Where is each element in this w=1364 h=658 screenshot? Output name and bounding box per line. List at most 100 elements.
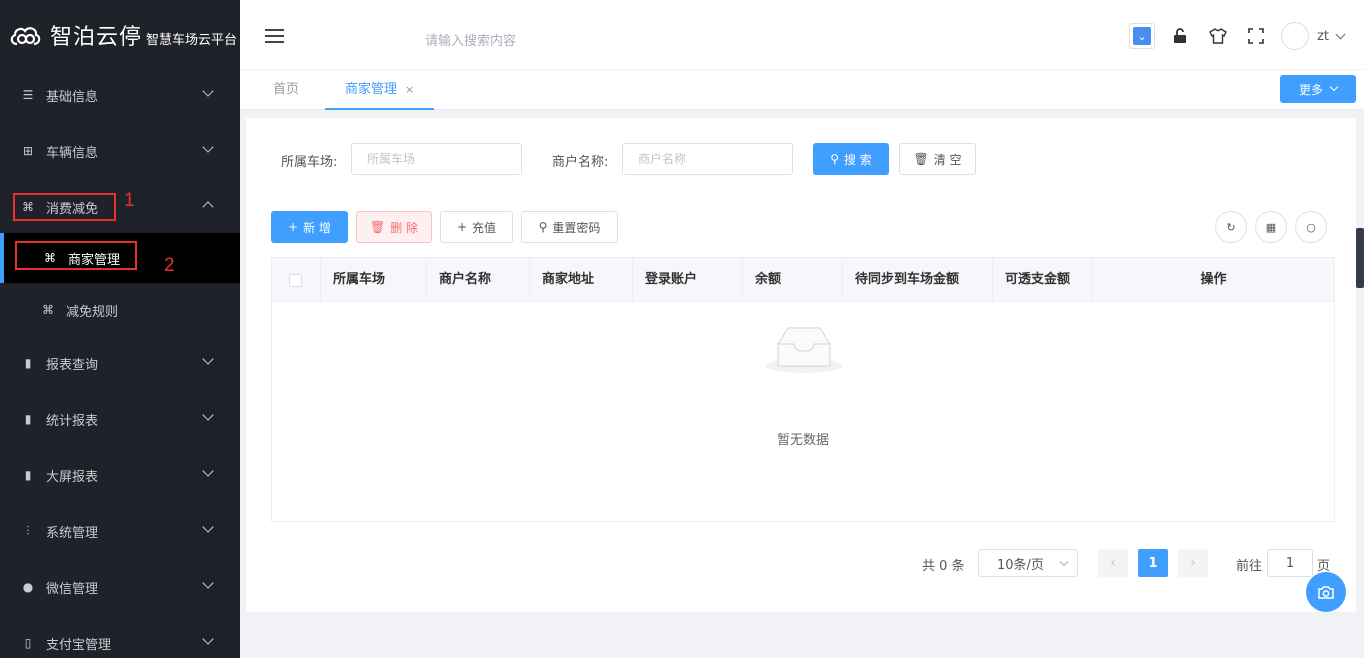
theme-select[interactable]: ⌄ <box>1123 23 1161 49</box>
select-all-cell <box>272 258 321 302</box>
sliders-icon: ⫶ <box>26 523 30 538</box>
search-icon: ○ <box>1306 220 1316 234</box>
camera-icon <box>1318 586 1334 599</box>
empty-text: 暂无数据 <box>776 433 829 448</box>
avatar[interactable] <box>1281 22 1310 50</box>
bar-chart-icon: ▮ <box>24 412 32 426</box>
sidebar-subitem-discount-rules[interactable]: ⌘ 减免规则 <box>0 285 240 335</box>
refresh-icon: ↻ <box>1226 220 1236 234</box>
trash-icon: 🗑 <box>913 152 929 166</box>
column-header[interactable]: 可透支金额 <box>993 258 1093 302</box>
goto-page-input[interactable]: 1 <box>1267 549 1313 577</box>
search-icon: ⚲ <box>830 152 839 166</box>
table-header: 所属车场 商户名称 商家地址 登录账户 余额 待同步到车场金额 可透支金额 操作 <box>272 258 1334 302</box>
sidebar-item-alipay-management[interactable]: ▯ 支付宝管理 <box>0 615 240 658</box>
sidebar-item-big-screen-report[interactable]: ▮ 大屏报表 <box>0 447 240 503</box>
reset-password-button[interactable]: ⚲ 重置密码 <box>521 211 618 243</box>
add-button-label: 新 增 <box>303 220 331 235</box>
column-header[interactable]: 余额 <box>743 258 843 302</box>
annotation-box-1 <box>13 193 116 221</box>
sidebar-item-basic-info[interactable]: ☰ 基础信息 <box>0 67 240 123</box>
top-header: 请输入搜索内容 ⌄ zt <box>240 0 1364 70</box>
page-number[interactable]: 1 <box>1138 549 1168 577</box>
next-page-button[interactable]: › <box>1178 549 1208 577</box>
toggle-search-button[interactable]: ○ <box>1295 211 1327 243</box>
sidebar-subitem-label: 减免规则 <box>66 304 119 320</box>
chevron-down-icon <box>202 353 214 365</box>
sidebar-item-label: 系统管理 <box>46 525 99 541</box>
merchant-table: 所属车场 商户名称 商家地址 登录账户 余额 待同步到车场金额 可透支金额 操作… <box>271 257 1335 522</box>
clover-icon: ⌘ <box>42 303 54 317</box>
cloud-logo-icon <box>10 27 41 46</box>
chevron-up-icon <box>202 201 214 213</box>
column-header[interactable]: 商家地址 <box>530 258 633 302</box>
plus-icon: + <box>288 220 299 234</box>
hamburger-menu-icon[interactable] <box>265 29 284 43</box>
tab-home[interactable]: 首页 <box>273 70 299 110</box>
more-button[interactable]: 更多 <box>1280 75 1356 103</box>
sidebar-item-report-query[interactable]: ▮ 报表查询 <box>0 335 240 391</box>
sidebar-item-statistics-report[interactable]: ▮ 统计报表 <box>0 391 240 447</box>
column-header[interactable]: 所属车场 <box>321 258 427 302</box>
username[interactable]: zt <box>1317 29 1329 44</box>
chevron-right-icon: › <box>1190 555 1196 571</box>
delete-button[interactable]: 🗑 删 除 <box>356 211 432 243</box>
column-header[interactable]: 商户名称 <box>427 258 530 302</box>
main-card: 所属车场: 所属车场 商户名称: 商户名称 ⚲ 搜 索 🗑 清 空 + 新 增 🗑 删 … <box>246 118 1356 612</box>
sidebar-item-system-management[interactable]: ⫶ 系统管理 <box>0 503 240 559</box>
parking-lot-input[interactable]: 所属车场 <box>351 143 522 175</box>
bar-chart-icon: ▮ <box>24 356 32 370</box>
page-size-select[interactable]: 10条/页 <box>978 549 1078 577</box>
header-icons: ⌄ zt <box>1123 22 1346 50</box>
annotation-number-2: 2 <box>164 255 175 276</box>
chevron-down-icon <box>202 141 214 153</box>
brand-name: 智泊云停 <box>50 25 143 50</box>
clear-button-label: 清 空 <box>933 152 962 167</box>
search-button-label: 搜 索 <box>843 152 872 167</box>
sidebar-item-label: 报表查询 <box>46 357 99 373</box>
lock-icon[interactable] <box>1161 23 1199 49</box>
add-button[interactable]: + 新 增 <box>271 211 348 243</box>
search-input[interactable]: 请输入搜索内容 <box>425 30 516 49</box>
lock-icon: ⚲ <box>538 220 548 234</box>
grid-icon: ⊞ <box>22 144 34 158</box>
sidebar-item-vehicle-info[interactable]: ⊞ 车辆信息 <box>0 123 240 179</box>
merchant-name-input[interactable]: 商户名称 <box>622 143 793 175</box>
empty-inbox-icon <box>766 327 842 373</box>
annotation-box-2 <box>15 241 137 270</box>
select-all-checkbox[interactable] <box>289 274 302 287</box>
sidebar-item-label: 支付宝管理 <box>46 637 112 653</box>
fullscreen-icon[interactable] <box>1237 23 1275 49</box>
chevron-down-icon <box>202 521 214 533</box>
more-button-label: 更多 <box>1298 82 1323 97</box>
brand-subtitle: 智慧车场云平台 <box>146 32 238 48</box>
column-header[interactable]: 登录账户 <box>633 258 743 302</box>
bar-chart-icon: ▮ <box>24 468 32 482</box>
columns-button[interactable]: ▦ <box>1255 211 1287 243</box>
screenshot-button[interactable] <box>1306 572 1346 612</box>
search-button[interactable]: ⚲ 搜 索 <box>813 143 889 175</box>
side-scroll-handle[interactable] <box>1356 228 1364 288</box>
recharge-button[interactable]: + 充值 <box>440 211 513 243</box>
delete-button-label: 删 除 <box>390 220 419 235</box>
chevron-down-icon <box>1059 557 1069 567</box>
chevron-down-icon <box>1329 82 1339 92</box>
trash-icon: 🗑 <box>369 220 386 234</box>
column-header: 操作 <box>1200 272 1227 287</box>
pagination-total: 共 0 条 <box>922 559 965 574</box>
chevron-down-icon: ⌄ <box>1133 27 1152 45</box>
parking-lot-label: 所属车场: <box>281 155 338 170</box>
refresh-button[interactable]: ↻ <box>1215 211 1247 243</box>
tab-label: 首页 <box>273 82 300 97</box>
tab-merchant-management[interactable]: 商家管理 × <box>325 70 435 110</box>
clear-button[interactable]: 🗑 清 空 <box>899 143 976 175</box>
column-header[interactable]: 待同步到车场金额 <box>843 258 993 302</box>
prev-page-button[interactable]: ‹ <box>1098 549 1128 577</box>
logo: 智泊云停 智慧车场云平台 <box>0 0 240 70</box>
close-icon[interactable]: × <box>405 83 414 96</box>
sidebar: 智泊云停 智慧车场云平台 ☰ 基础信息 ⊞ 车辆信息 ⌘ 消费减免 ⌘ 商家管理… <box>0 0 240 658</box>
shirt-icon[interactable] <box>1199 23 1237 49</box>
chevron-down-icon <box>202 409 214 421</box>
sidebar-item-wechat-management[interactable]: ● 微信管理 <box>0 559 240 615</box>
chevron-down-icon[interactable] <box>1335 29 1346 39</box>
